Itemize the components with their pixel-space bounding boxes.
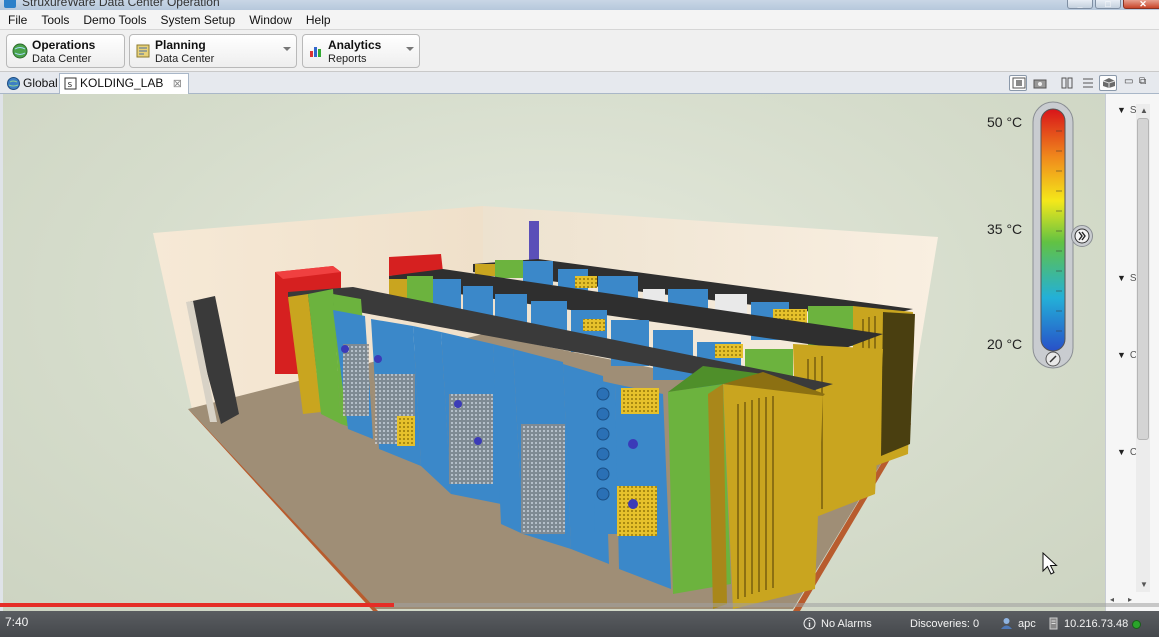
perspective-title: Analytics bbox=[328, 38, 382, 52]
split-view-tool[interactable] bbox=[1057, 75, 1075, 91]
server-address: 10.216.73.48 bbox=[1064, 618, 1129, 630]
menu-bar: File Tools Demo Tools System Setup Window Hel… bbox=[0, 10, 1159, 30]
scrollbar-thumb[interactable] bbox=[1137, 118, 1149, 440]
server-icon bbox=[1049, 617, 1058, 630]
camera-icon bbox=[1033, 79, 1047, 89]
perspective-toolbar: Operations Data Center Planning Data Cen… bbox=[0, 30, 1159, 72]
discoveries-status[interactable]: Discoveries: 0 bbox=[910, 618, 979, 630]
svg-text:s: s bbox=[68, 80, 73, 90]
panel-marker[interactable]: ▼ C bbox=[1117, 447, 1137, 458]
video-timestamp: 7:40 bbox=[5, 615, 29, 629]
double-chevron-right-icon bbox=[1074, 228, 1090, 244]
menu-tools[interactable]: Tools bbox=[34, 10, 76, 30]
restore-view-icon[interactable]: ⧉ bbox=[1139, 76, 1146, 87]
perspective-title: Planning bbox=[155, 38, 206, 52]
application-window: StruxureWare Data Center Operation _ □ ✕… bbox=[0, 0, 1159, 637]
perspective-planning-button[interactable]: Planning Data Center bbox=[129, 34, 297, 68]
menu-demo-tools[interactable]: Demo Tools bbox=[76, 10, 153, 30]
chevron-down-icon[interactable] bbox=[283, 47, 291, 51]
bar-chart-icon bbox=[310, 47, 321, 57]
perspective-subtitle: Data Center bbox=[32, 53, 92, 65]
title-bar: StruxureWare Data Center Operation _ □ ✕ bbox=[0, 0, 1159, 10]
temperature-label-high: 50 °C bbox=[987, 114, 1023, 130]
panel-marker[interactable]: ▼ S bbox=[1117, 105, 1137, 116]
site-icon: s bbox=[64, 77, 77, 90]
globe-icon bbox=[12, 43, 28, 59]
tab-kolding-lab[interactable]: s KOLDING_LAB ⊠ bbox=[59, 73, 189, 94]
menu-file[interactable]: File bbox=[0, 10, 34, 30]
data-center-3d-scene[interactable] bbox=[3, 94, 1105, 611]
minimize-view-icon[interactable]: ▭ bbox=[1124, 76, 1133, 87]
snapshot-tool[interactable] bbox=[1030, 75, 1048, 91]
legend-expand-button[interactable] bbox=[1071, 225, 1093, 247]
tab-label: Global bbox=[23, 76, 58, 90]
menu-help[interactable]: Help bbox=[299, 10, 338, 30]
menu-window[interactable]: Window bbox=[242, 10, 299, 30]
app-icon bbox=[4, 0, 16, 8]
info-icon bbox=[803, 617, 816, 630]
minimize-button[interactable]: _ bbox=[1067, 0, 1093, 9]
panel-marker[interactable]: ▼ S bbox=[1117, 273, 1137, 284]
3d-view-tool[interactable] bbox=[1099, 75, 1117, 91]
connection-status-icon bbox=[1132, 620, 1141, 629]
scroll-down-icon[interactable]: ▼ bbox=[1140, 580, 1148, 589]
perspective-title: Operations bbox=[32, 38, 96, 52]
3d-room-viewport[interactable] bbox=[3, 94, 1105, 611]
zoom-fit-tool[interactable] bbox=[1009, 75, 1027, 91]
perspective-subtitle: Reports bbox=[328, 53, 367, 65]
window-title: StruxureWare Data Center Operation bbox=[22, 0, 220, 9]
tab-global[interactable]: Global bbox=[2, 73, 65, 94]
tab-label: KOLDING_LAB bbox=[80, 76, 164, 90]
planning-icon bbox=[136, 44, 150, 58]
perspective-subtitle: Data Center bbox=[155, 53, 215, 65]
video-progress-fill bbox=[0, 603, 395, 607]
menu-system-setup[interactable]: System Setup bbox=[154, 10, 243, 30]
temperature-label-mid: 35 °C bbox=[987, 221, 1023, 237]
close-tab-icon[interactable]: ⊠ bbox=[173, 75, 182, 94]
close-window-button[interactable]: ✕ bbox=[1123, 0, 1159, 9]
panel-marker[interactable]: ▼ C bbox=[1117, 350, 1137, 361]
alarm-status[interactable]: No Alarms bbox=[821, 618, 872, 630]
maximize-button[interactable]: □ bbox=[1095, 0, 1121, 9]
perspective-analytics-button[interactable]: Analytics Reports bbox=[302, 34, 420, 68]
list-icon bbox=[1083, 78, 1093, 88]
editor-tab-row: Global s KOLDING_LAB ⊠ ▭ ⧉ bbox=[0, 72, 1159, 94]
current-user: apc bbox=[1018, 618, 1036, 630]
temperature-label-low: 20 °C bbox=[987, 336, 1023, 352]
globe-icon bbox=[7, 77, 20, 90]
status-bar: 7:40 No Alarms Discoveries: 0 apc 10.216… bbox=[0, 611, 1159, 637]
columns-icon bbox=[1061, 77, 1073, 89]
user-icon bbox=[1001, 618, 1012, 629]
temperature-scale bbox=[1032, 101, 1074, 369]
fit-view-icon bbox=[1012, 77, 1026, 89]
mouse-cursor-icon bbox=[1042, 552, 1058, 575]
perspective-operations-button[interactable]: Operations Data Center bbox=[6, 34, 125, 68]
chevron-down-icon[interactable] bbox=[406, 47, 414, 51]
3d-cube-icon bbox=[1102, 78, 1116, 88]
scroll-up-icon[interactable]: ▲ bbox=[1140, 106, 1148, 115]
list-view-tool[interactable] bbox=[1078, 75, 1096, 91]
